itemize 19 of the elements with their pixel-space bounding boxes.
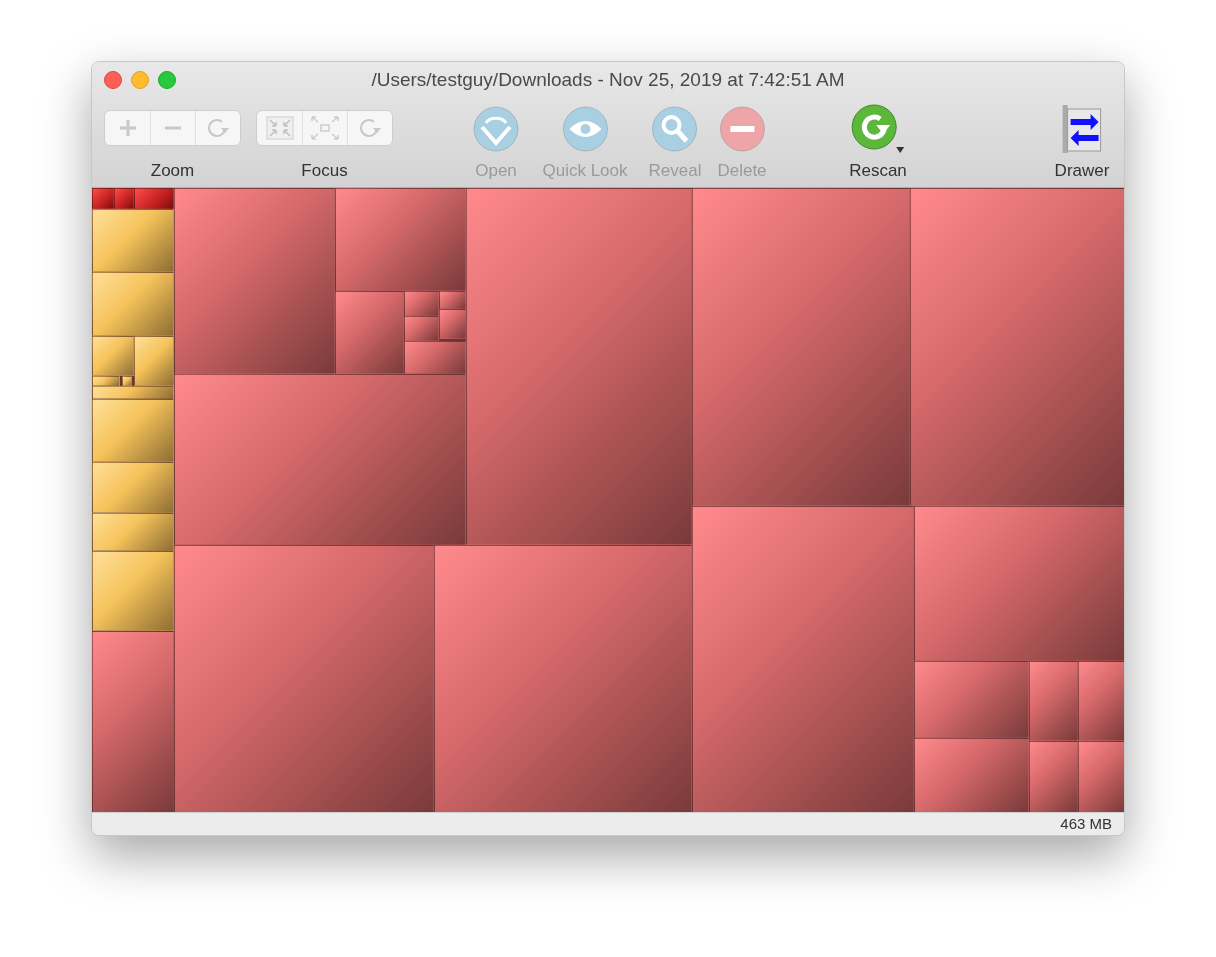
expand-arrows-icon bbox=[310, 115, 340, 141]
minus-circle-icon bbox=[718, 105, 766, 153]
search-icon bbox=[651, 105, 699, 153]
group-label: Zoom bbox=[150, 160, 195, 182]
total-size-label: 463 MB bbox=[1060, 813, 1112, 834]
rescan-button[interactable]: Rescan bbox=[849, 102, 907, 184]
close-button[interactable] bbox=[104, 71, 122, 89]
shrink-arrows-icon bbox=[265, 116, 294, 140]
circular-arrow-icon bbox=[205, 116, 231, 140]
eye-icon bbox=[561, 105, 609, 153]
circular-arrow-icon bbox=[357, 116, 383, 140]
group-label: Focus bbox=[301, 160, 348, 182]
minimize-button[interactable] bbox=[131, 71, 149, 89]
plus-icon bbox=[117, 118, 138, 138]
window-title: /Users/testguy/Downloads - Nov 25, 2019 at 7:42:51 AM bbox=[371, 67, 845, 92]
refresh-icon bbox=[850, 103, 906, 155]
maximize-button[interactable] bbox=[158, 71, 176, 89]
drawer-button[interactable]: Drawer bbox=[1054, 102, 1110, 184]
minus-icon bbox=[163, 125, 183, 131]
